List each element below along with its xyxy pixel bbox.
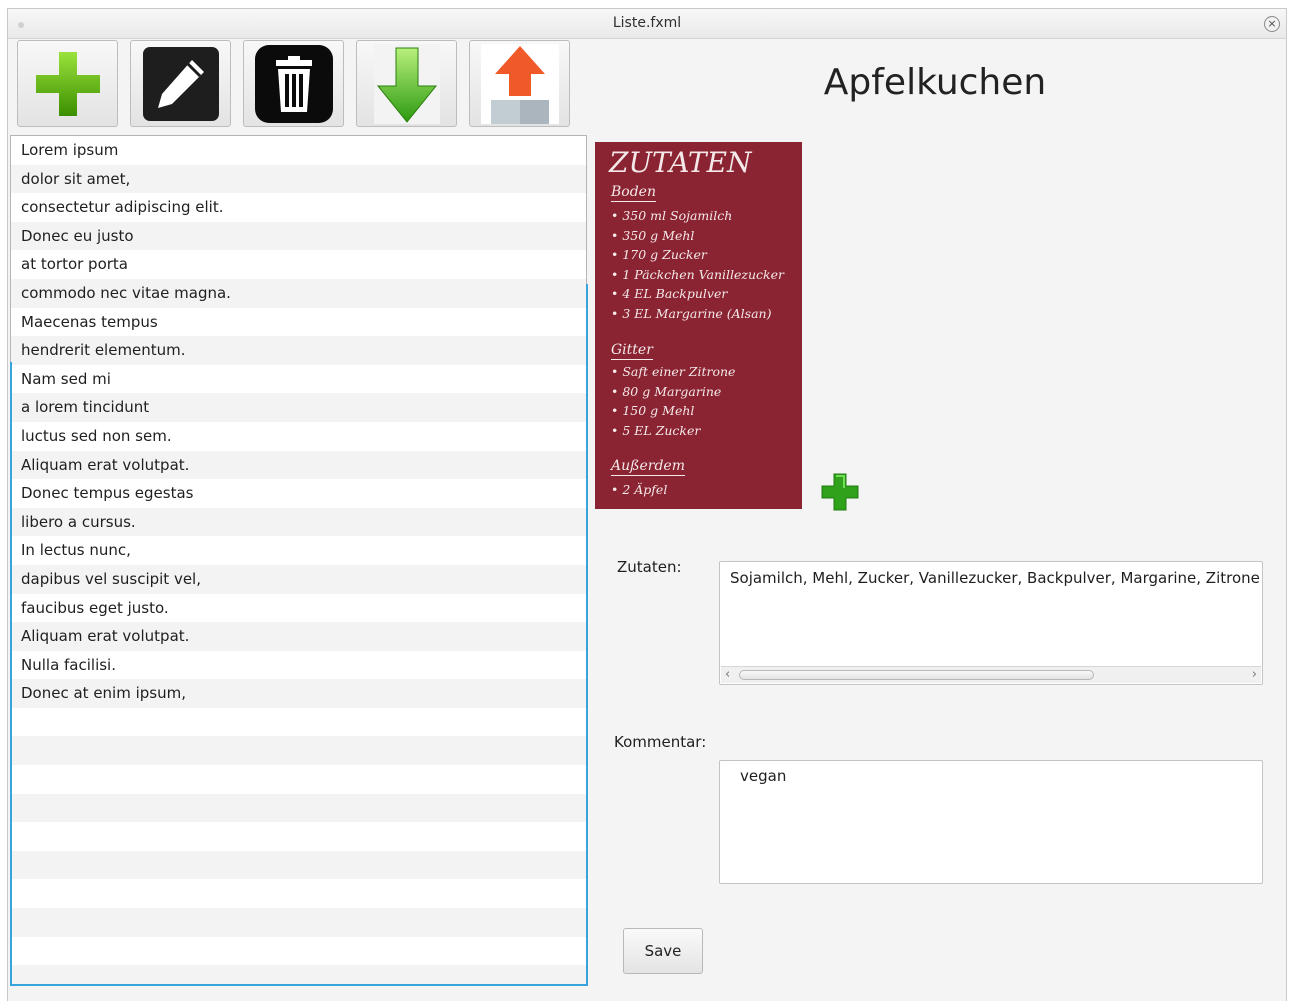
recipe-image-item: • 4 EL Backpulver <box>611 286 728 301</box>
export-button[interactable] <box>469 40 570 127</box>
list-item[interactable]: Maecenas tempus <box>11 308 586 337</box>
import-button[interactable] <box>356 40 457 127</box>
list-item[interactable]: Nulla facilisi. <box>11 651 586 680</box>
recipe-image: ZUTATEN Boden • 350 ml Sojamilch • 350 g M… <box>595 142 802 509</box>
zutaten-value: Sojamilch, Mehl, Zucker, Vanillezucker, … <box>730 569 1260 587</box>
list-focus-border <box>10 362 12 986</box>
zutaten-textarea[interactable]: Sojamilch, Mehl, Zucker, Vanillezucker, … <box>719 561 1263 685</box>
list-item-empty[interactable] <box>11 708 586 737</box>
recipe-image-item: • 5 EL Zucker <box>611 422 701 438</box>
list-item-empty[interactable] <box>11 736 586 766</box>
recipe-image-item: • 3 EL Margarine (Alsan) <box>611 305 772 321</box>
scroll-left-icon[interactable]: ‹ <box>725 667 730 683</box>
list-item[interactable]: hendrerit elementum. <box>11 336 586 365</box>
list-item-empty[interactable] <box>11 765 586 794</box>
recipe-list[interactable]: Lorem ipsum dolor sit amet, consectetur ad… <box>10 135 587 986</box>
recipe-image-item: • Saft einer Zitrone <box>611 364 736 379</box>
list-item[interactable]: at tortor porta <box>11 250 586 279</box>
title-bar: Liste.fxml × <box>8 9 1286 39</box>
list-item-empty[interactable] <box>11 937 586 966</box>
list-item[interactable]: dapibus vel suscipit vel, <box>11 564 586 594</box>
pencil-icon <box>142 46 219 121</box>
delete-recipe-button[interactable] <box>243 40 344 127</box>
recipe-image-item: • 2 Äpfel <box>611 482 668 497</box>
add-recipe-button[interactable] <box>17 40 118 127</box>
arrow-down-icon <box>373 43 440 124</box>
close-icon[interactable]: × <box>1264 16 1280 32</box>
recipe-title: Apfelkuchen <box>823 62 1047 103</box>
list-item-empty[interactable] <box>11 965 586 985</box>
list-item[interactable]: a lorem tincidunt <box>11 393 586 422</box>
kommentar-textarea[interactable]: vegan <box>719 760 1263 884</box>
recipe-image-item: • 350 ml Sojamilch <box>611 208 733 223</box>
window-title: Liste.fxml <box>612 15 682 31</box>
list-item[interactable]: Donec tempus egestas <box>11 479 586 508</box>
recipe-image-item: • 170 g Zucker <box>611 247 707 262</box>
recipe-image-item: • 80 g Margarine <box>611 383 722 399</box>
list-item[interactable]: consectetur adipiscing elit. <box>11 193 586 222</box>
plus-icon <box>35 51 100 116</box>
recipe-image-section-title: Außerdem <box>611 458 685 476</box>
edit-recipe-button[interactable] <box>130 40 231 127</box>
list-item[interactable]: Donec eu justo <box>11 221 586 251</box>
list-item-empty[interactable] <box>11 908 586 937</box>
list-item-empty[interactable] <box>11 850 586 880</box>
list-item[interactable]: In lectus nunc, <box>11 536 586 565</box>
list-item[interactable]: dolor sit amet, <box>11 164 586 194</box>
recipe-image-item: • 150 g Mehl <box>611 403 695 418</box>
trash-icon <box>254 44 333 123</box>
list-item-empty[interactable] <box>11 879 586 908</box>
list-item[interactable]: libero a cursus. <box>11 507 586 537</box>
list-item[interactable]: Aliquam erat volutpat. <box>11 622 586 651</box>
list-item[interactable]: commodo nec vitae magna. <box>11 278 586 308</box>
add-image-icon[interactable] <box>820 472 860 512</box>
recipe-image-section-title: Boden <box>611 184 656 202</box>
list-item-empty[interactable] <box>11 793 586 823</box>
list-item[interactable]: Donec at enim ipsum, <box>11 679 586 708</box>
kommentar-label: Kommentar: <box>614 733 707 751</box>
zutaten-label: Zutaten: <box>617 558 682 576</box>
list-item[interactable]: faucibus eget justo. <box>11 594 586 623</box>
recipe-image-section-title: Gitter <box>611 342 653 360</box>
recipe-image-item: • 1 Päckchen Vanillezucker <box>611 266 784 282</box>
list-focus-border <box>586 284 588 986</box>
zutaten-horizontal-scrollbar[interactable]: ‹ › <box>721 666 1261 683</box>
upload-icon <box>480 43 559 124</box>
recipe-image-heading: ZUTATEN <box>609 146 752 179</box>
list-focus-border <box>10 984 588 986</box>
kommentar-value: vegan <box>740 767 787 785</box>
list-item[interactable]: Nam sed mi <box>11 365 586 394</box>
list-item-empty[interactable] <box>11 822 586 851</box>
recipe-image-item: • 350 g Mehl <box>611 227 695 243</box>
list-item[interactable]: Lorem ipsum <box>11 136 586 165</box>
scroll-right-icon[interactable]: › <box>1252 667 1257 683</box>
save-button[interactable]: Save <box>623 928 703 974</box>
list-item[interactable]: luctus sed non sem. <box>11 422 586 451</box>
list-item[interactable]: Aliquam erat volutpat. <box>11 450 586 480</box>
scrollbar-thumb[interactable] <box>739 670 1094 680</box>
